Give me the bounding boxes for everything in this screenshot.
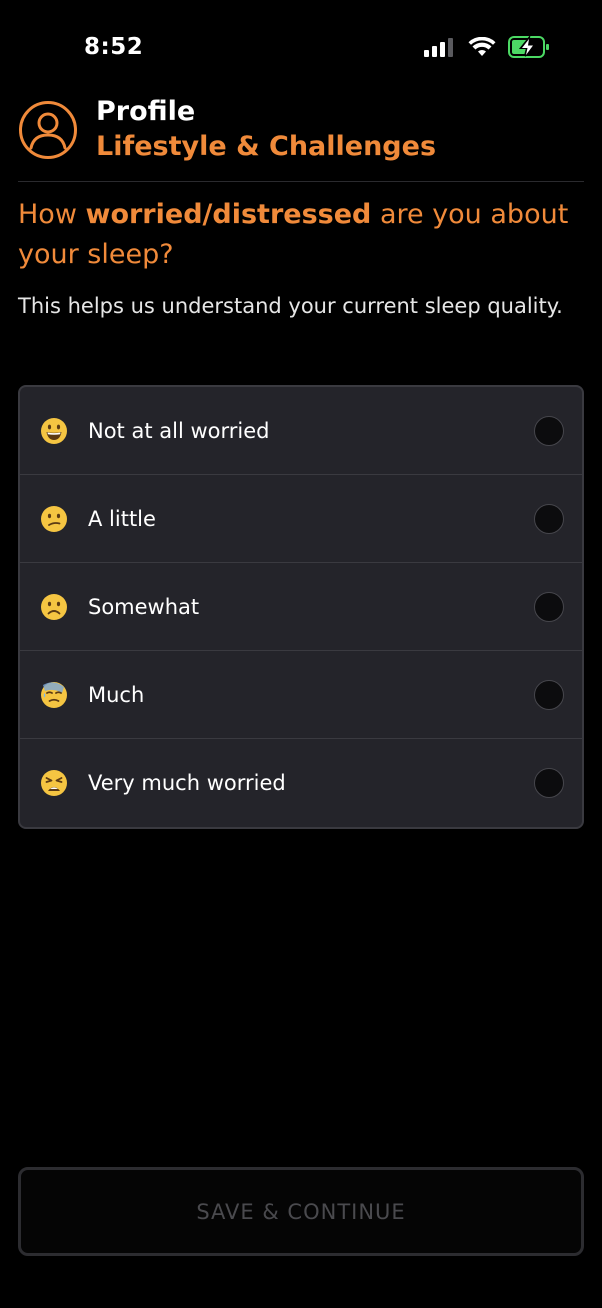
page-subtitle: Lifestyle & Challenges (96, 131, 437, 162)
option-a-little[interactable]: A little (20, 475, 582, 563)
option-much[interactable]: Much (20, 651, 582, 739)
option-very-much-worried[interactable]: Very much worried (20, 739, 582, 827)
profile-icon (19, 101, 77, 159)
option-label: Much (88, 682, 145, 707)
radio-button[interactable] (534, 415, 564, 446)
radio-button[interactable] (534, 679, 564, 710)
downcast-sweat-face-icon (41, 681, 67, 708)
status-time: 8:52 (84, 34, 144, 60)
status-bar: 8:52 (0, 0, 602, 96)
signal-icon (424, 38, 453, 57)
confused-face-icon (41, 505, 67, 532)
status-icons (424, 36, 550, 58)
radio-button[interactable] (534, 591, 564, 622)
radio-button[interactable] (534, 768, 564, 798)
option-label: Not at all worried (88, 418, 270, 443)
option-not-at-all-worried[interactable]: Not at all worried (20, 387, 582, 475)
weary-face-icon (41, 770, 67, 796)
option-somewhat[interactable]: Somewhat (20, 563, 582, 651)
wifi-icon (468, 37, 496, 56)
page-title: Profile (96, 96, 196, 127)
question-emphasis: worried/distressed (85, 199, 372, 230)
header: Profile Lifestyle & Challenges (18, 98, 584, 182)
question-prefix: How (18, 199, 86, 230)
options-list: Not at all worried A little Somewhat Muc… (18, 385, 584, 829)
battery-charging-icon (508, 36, 549, 58)
radio-button[interactable] (534, 503, 564, 534)
option-label: Very much worried (88, 771, 286, 795)
grinning-face-icon (41, 417, 67, 444)
save-continue-button[interactable]: SAVE & CONTINUE (18, 1167, 584, 1256)
question-text: How worried/distressed are you about you… (18, 195, 578, 275)
option-label: A little (88, 506, 156, 531)
helper-text: This helps us understand your current sl… (18, 294, 563, 318)
option-label: Somewhat (88, 594, 200, 619)
frowning-face-icon (41, 593, 67, 620)
